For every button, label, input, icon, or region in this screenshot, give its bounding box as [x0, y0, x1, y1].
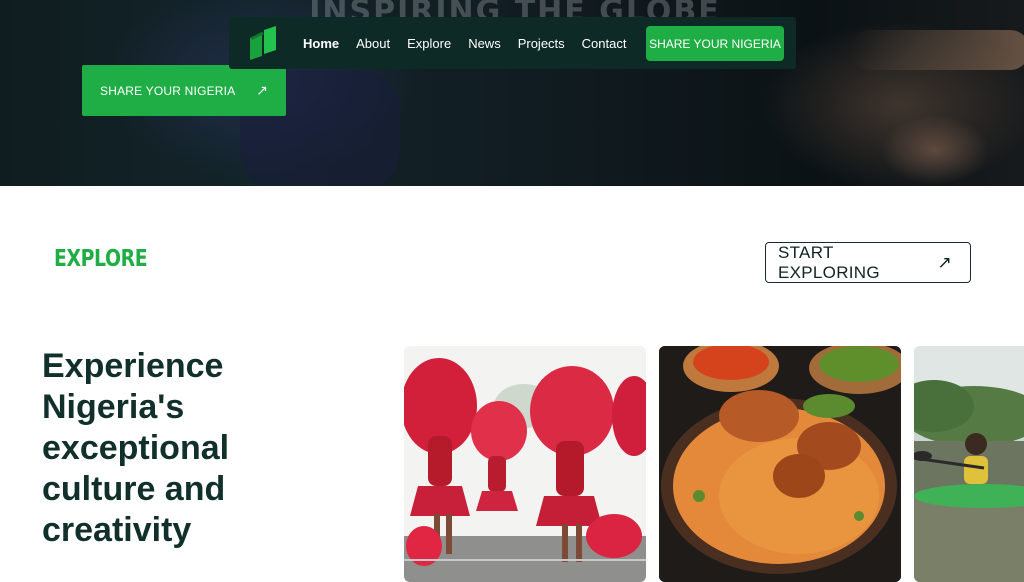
- hero-cta-label: SHARE YOUR NIGERIA: [100, 83, 236, 98]
- arrow-up-right-icon: ↗: [256, 82, 268, 98]
- hero-background-shape: [850, 30, 1024, 70]
- nav-link-about[interactable]: About: [356, 36, 390, 51]
- nav-link-projects[interactable]: Projects: [518, 36, 565, 51]
- jollof-rice-image[interactable]: [659, 346, 901, 582]
- start-exploring-button[interactable]: START EXPLORING ↗: [765, 242, 971, 283]
- nav-links: Home About Explore News Projects Contact: [303, 17, 643, 69]
- arrow-up-right-icon: ↗: [937, 252, 952, 272]
- section-headline: Experience Nigeria's exceptional culture…: [42, 347, 230, 549]
- kayaking-image[interactable]: [914, 346, 1024, 582]
- nav-link-contact[interactable]: Contact: [582, 36, 627, 51]
- nigeria-logo-icon[interactable]: [248, 26, 278, 60]
- hero-background-shape: [880, 115, 990, 185]
- nav-link-home[interactable]: Home: [303, 36, 339, 51]
- nav-link-news[interactable]: News: [468, 36, 501, 51]
- main-navbar: Home About Explore News Projects Contact…: [229, 17, 796, 69]
- nav-share-your-nigeria-button[interactable]: SHARE YOUR NIGERIA: [646, 26, 784, 61]
- carnival-dancers-image[interactable]: [404, 346, 646, 582]
- start-exploring-label: START EXPLORING: [778, 242, 880, 282]
- share-your-nigeria-button[interactable]: SHARE YOUR NIGERIA ↗: [82, 65, 286, 116]
- section-label-explore: EXPLORE: [54, 246, 148, 272]
- nav-link-explore[interactable]: Explore: [407, 36, 451, 51]
